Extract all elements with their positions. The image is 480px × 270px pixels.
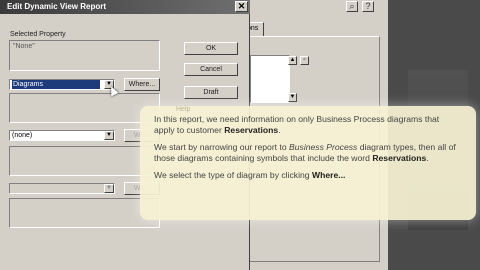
callout-paragraph-2: We start by narrowing our report to Busi… [154,142,456,163]
selected-property-box: "None" [9,40,160,71]
callout-paragraph-3: We select the type of diagram by clickin… [154,170,346,180]
criteria-box-3 [9,198,160,228]
list-options-icon[interactable]: ▫ [300,56,309,65]
help-button-ghost: Help [176,106,191,113]
property-select-3[interactable]: ▼ [9,183,115,194]
scroll-down-icon[interactable]: ▼ [288,93,297,102]
cancel-button[interactable]: Cancel [184,63,238,76]
selected-property-value: "None" [13,43,35,50]
search-icon[interactable]: ⌕ [346,1,358,12]
property-select-2[interactable]: (none) ▼ [9,130,115,141]
property-select-2-value: (none) [12,132,33,139]
dialog-title: Edit Dynamic View Report [0,0,250,14]
chevron-down-icon[interactable]: ▼ [104,131,114,140]
criteria-box-2 [9,146,160,176]
background-window-controls: ⌕ ? [342,0,386,14]
where-button-1[interactable]: Where... [124,78,160,91]
background-list[interactable] [250,55,290,103]
draft-button[interactable]: Draft [184,86,238,99]
close-icon: ✕ [237,1,246,11]
tutorial-callout: In this report, we need information on o… [140,106,476,220]
callout-paragraph-1: In this report, we need information on o… [154,114,440,135]
help-icon[interactable]: ? [362,1,374,12]
close-button[interactable]: ✕ [235,1,248,12]
ok-button[interactable]: OK [184,42,238,55]
scroll-up-icon[interactable]: ▲ [288,56,297,65]
chevron-down-icon[interactable]: ▼ [104,184,114,193]
criteria-box-1 [9,93,160,123]
selected-property-label: Selected Property [10,31,66,38]
property-select-1[interactable]: Diagrams ▼ [9,79,115,90]
property-select-1-value: Diagrams [12,80,100,89]
